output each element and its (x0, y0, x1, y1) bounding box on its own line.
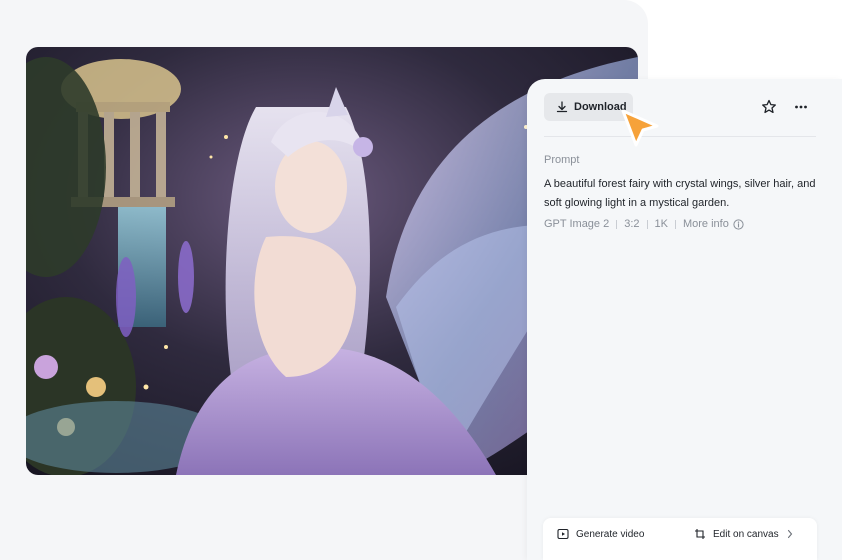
generate-video-button[interactable]: Generate video (557, 528, 644, 540)
resolution: 1K (654, 218, 668, 230)
model-name: GPT Image 2 (544, 218, 610, 230)
aspect-ratio: 3:2 (624, 218, 640, 230)
generate-video-label: Generate video (576, 528, 645, 540)
more-horizontal-icon (795, 105, 807, 109)
prompt-heading: Prompt (544, 154, 580, 166)
image-meta-row: GPT Image 2 3:2 1K More info (544, 218, 744, 230)
video-play-icon (557, 528, 569, 540)
image-details-panel: Download Prompt A beautiful forest fairy… (527, 79, 842, 560)
more-info-link[interactable]: More info (683, 218, 729, 230)
meta-separator (646, 219, 648, 229)
app-stage: Download Prompt A beautiful forest fairy… (0, 0, 842, 560)
edit-on-canvas-button[interactable]: Edit on canvas (694, 528, 794, 540)
download-icon (556, 101, 568, 113)
meta-separator (616, 219, 618, 229)
more-options-button[interactable] (789, 95, 813, 119)
star-icon (762, 99, 776, 114)
crop-icon (695, 529, 705, 539)
prompt-text: A beautiful forest fairy with crystal wi… (544, 178, 816, 209)
panel-divider (544, 136, 816, 137)
pointer-cursor-icon (619, 108, 661, 155)
action-bar: Generate video Edit on canvas (543, 518, 817, 560)
edit-on-canvas-label: Edit on canvas (713, 528, 779, 540)
info-icon[interactable] (733, 218, 744, 230)
chevron-right-icon (787, 529, 792, 539)
meta-separator (674, 219, 676, 229)
favorite-button[interactable] (757, 95, 781, 119)
